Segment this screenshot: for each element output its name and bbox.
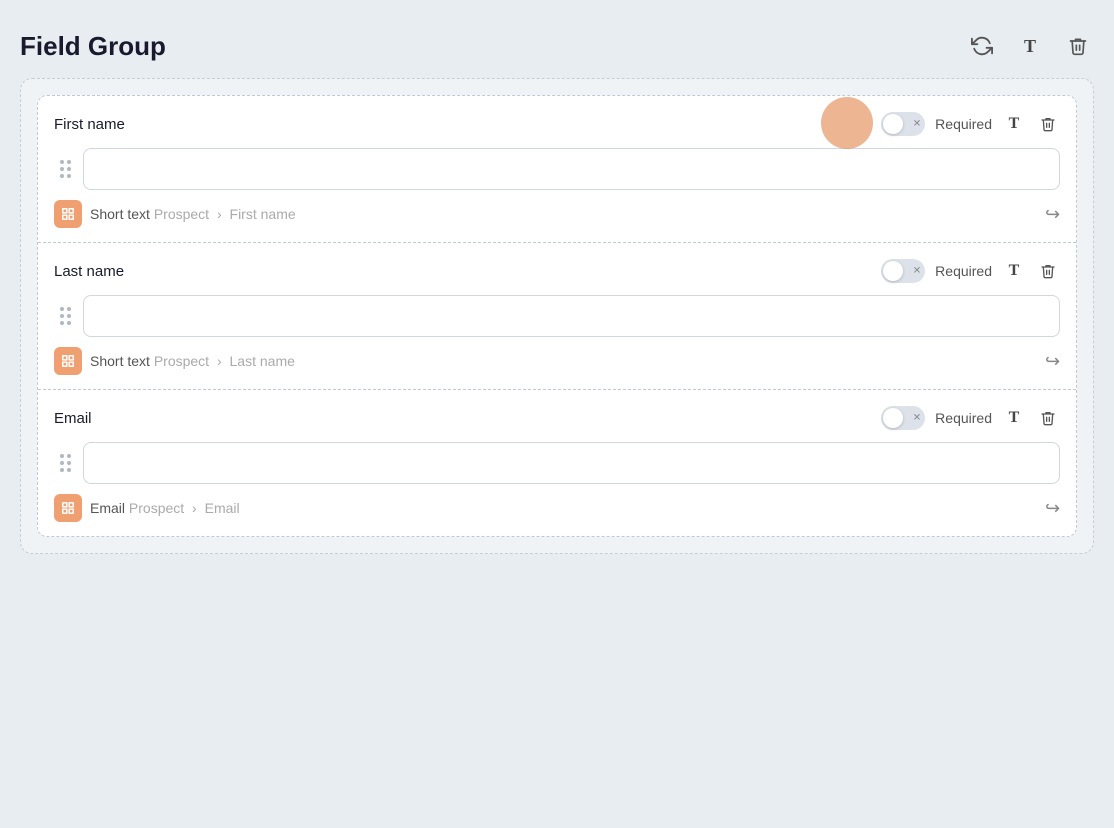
delete-field-button-email[interactable] (1036, 406, 1060, 430)
main-card: First name ✕ Required T (20, 78, 1094, 554)
header-actions: T (966, 30, 1094, 62)
input-wrapper-email (54, 442, 1060, 484)
delete-field-button-first-name[interactable] (1036, 112, 1060, 136)
required-text-email: Required (935, 410, 992, 426)
redirect-icon-first-name[interactable]: ↩ (1045, 204, 1060, 225)
drag-handle-first-name[interactable] (54, 156, 77, 182)
field-footer-email: Email Prospect › Email ↩ (54, 494, 1060, 522)
field-row-email: Email ✕ Required T (38, 390, 1076, 536)
field-type-icon-first-name (54, 200, 82, 228)
field-tag-email: Email Prospect › Email (54, 494, 240, 522)
delete-group-button[interactable] (1062, 30, 1094, 62)
page-container: Field Group T (20, 20, 1094, 554)
field-row-last-name: Last name ✕ Required T (38, 243, 1076, 390)
field-header-last-name: Last name ✕ Required T (54, 259, 1060, 283)
delete-field-button-last-name[interactable] (1036, 259, 1060, 283)
field-input-last-name[interactable] (83, 295, 1060, 337)
drag-handle-last-name[interactable] (54, 303, 77, 329)
field-header-email: Email ✕ Required T (54, 406, 1060, 430)
field-type-icon-last-name (54, 347, 82, 375)
field-footer-first-name: Short text Prospect › First name ↩ (54, 200, 1060, 228)
field-type-text-email: Email Prospect › Email (90, 500, 240, 516)
field-tag-last-name: Short text Prospect › Last name (54, 347, 295, 375)
fields-container: First name ✕ Required T (37, 95, 1077, 537)
field-controls-first-name: ✕ Required T (881, 112, 1060, 136)
field-type-icon-email (54, 494, 82, 522)
field-footer-last-name: Short text Prospect › Last name ↩ (54, 347, 1060, 375)
required-text-last-name: Required (935, 263, 992, 279)
redirect-icon-last-name[interactable]: ↩ (1045, 351, 1060, 372)
required-toggle-email[interactable]: ✕ (881, 406, 925, 430)
required-text-first-name: Required (935, 116, 992, 132)
field-input-email[interactable] (83, 442, 1060, 484)
field-type-text-first-name: Short text Prospect › First name (90, 206, 296, 222)
type-field-button-email[interactable]: T (1002, 406, 1026, 430)
field-label-first-name: First name (54, 116, 125, 133)
type-button[interactable]: T (1014, 30, 1046, 62)
field-label-last-name: Last name (54, 263, 124, 280)
redirect-icon-email[interactable]: ↩ (1045, 498, 1060, 519)
type-field-button-first-name[interactable]: T (1002, 112, 1026, 136)
header: Field Group T (20, 20, 1094, 78)
type-field-button-last-name[interactable]: T (1002, 259, 1026, 283)
field-label-email: Email (54, 410, 92, 427)
input-wrapper-last-name (54, 295, 1060, 337)
field-tag-first-name: Short text Prospect › First name (54, 200, 296, 228)
field-controls-email: ✕ Required T (881, 406, 1060, 430)
field-row-first-name: First name ✕ Required T (38, 96, 1076, 243)
required-toggle-last-name[interactable]: ✕ (881, 259, 925, 283)
field-header-first-name: First name ✕ Required T (54, 112, 1060, 136)
field-type-text-last-name: Short text Prospect › Last name (90, 353, 295, 369)
drag-handle-email[interactable] (54, 450, 77, 476)
field-controls-last-name: ✕ Required T (881, 259, 1060, 283)
page-title: Field Group (20, 31, 166, 62)
field-input-first-name[interactable] (83, 148, 1060, 190)
type-icon: T (1024, 36, 1036, 57)
input-wrapper-first-name (54, 148, 1060, 190)
refresh-button[interactable] (966, 30, 998, 62)
required-toggle-first-name[interactable]: ✕ (881, 112, 925, 136)
